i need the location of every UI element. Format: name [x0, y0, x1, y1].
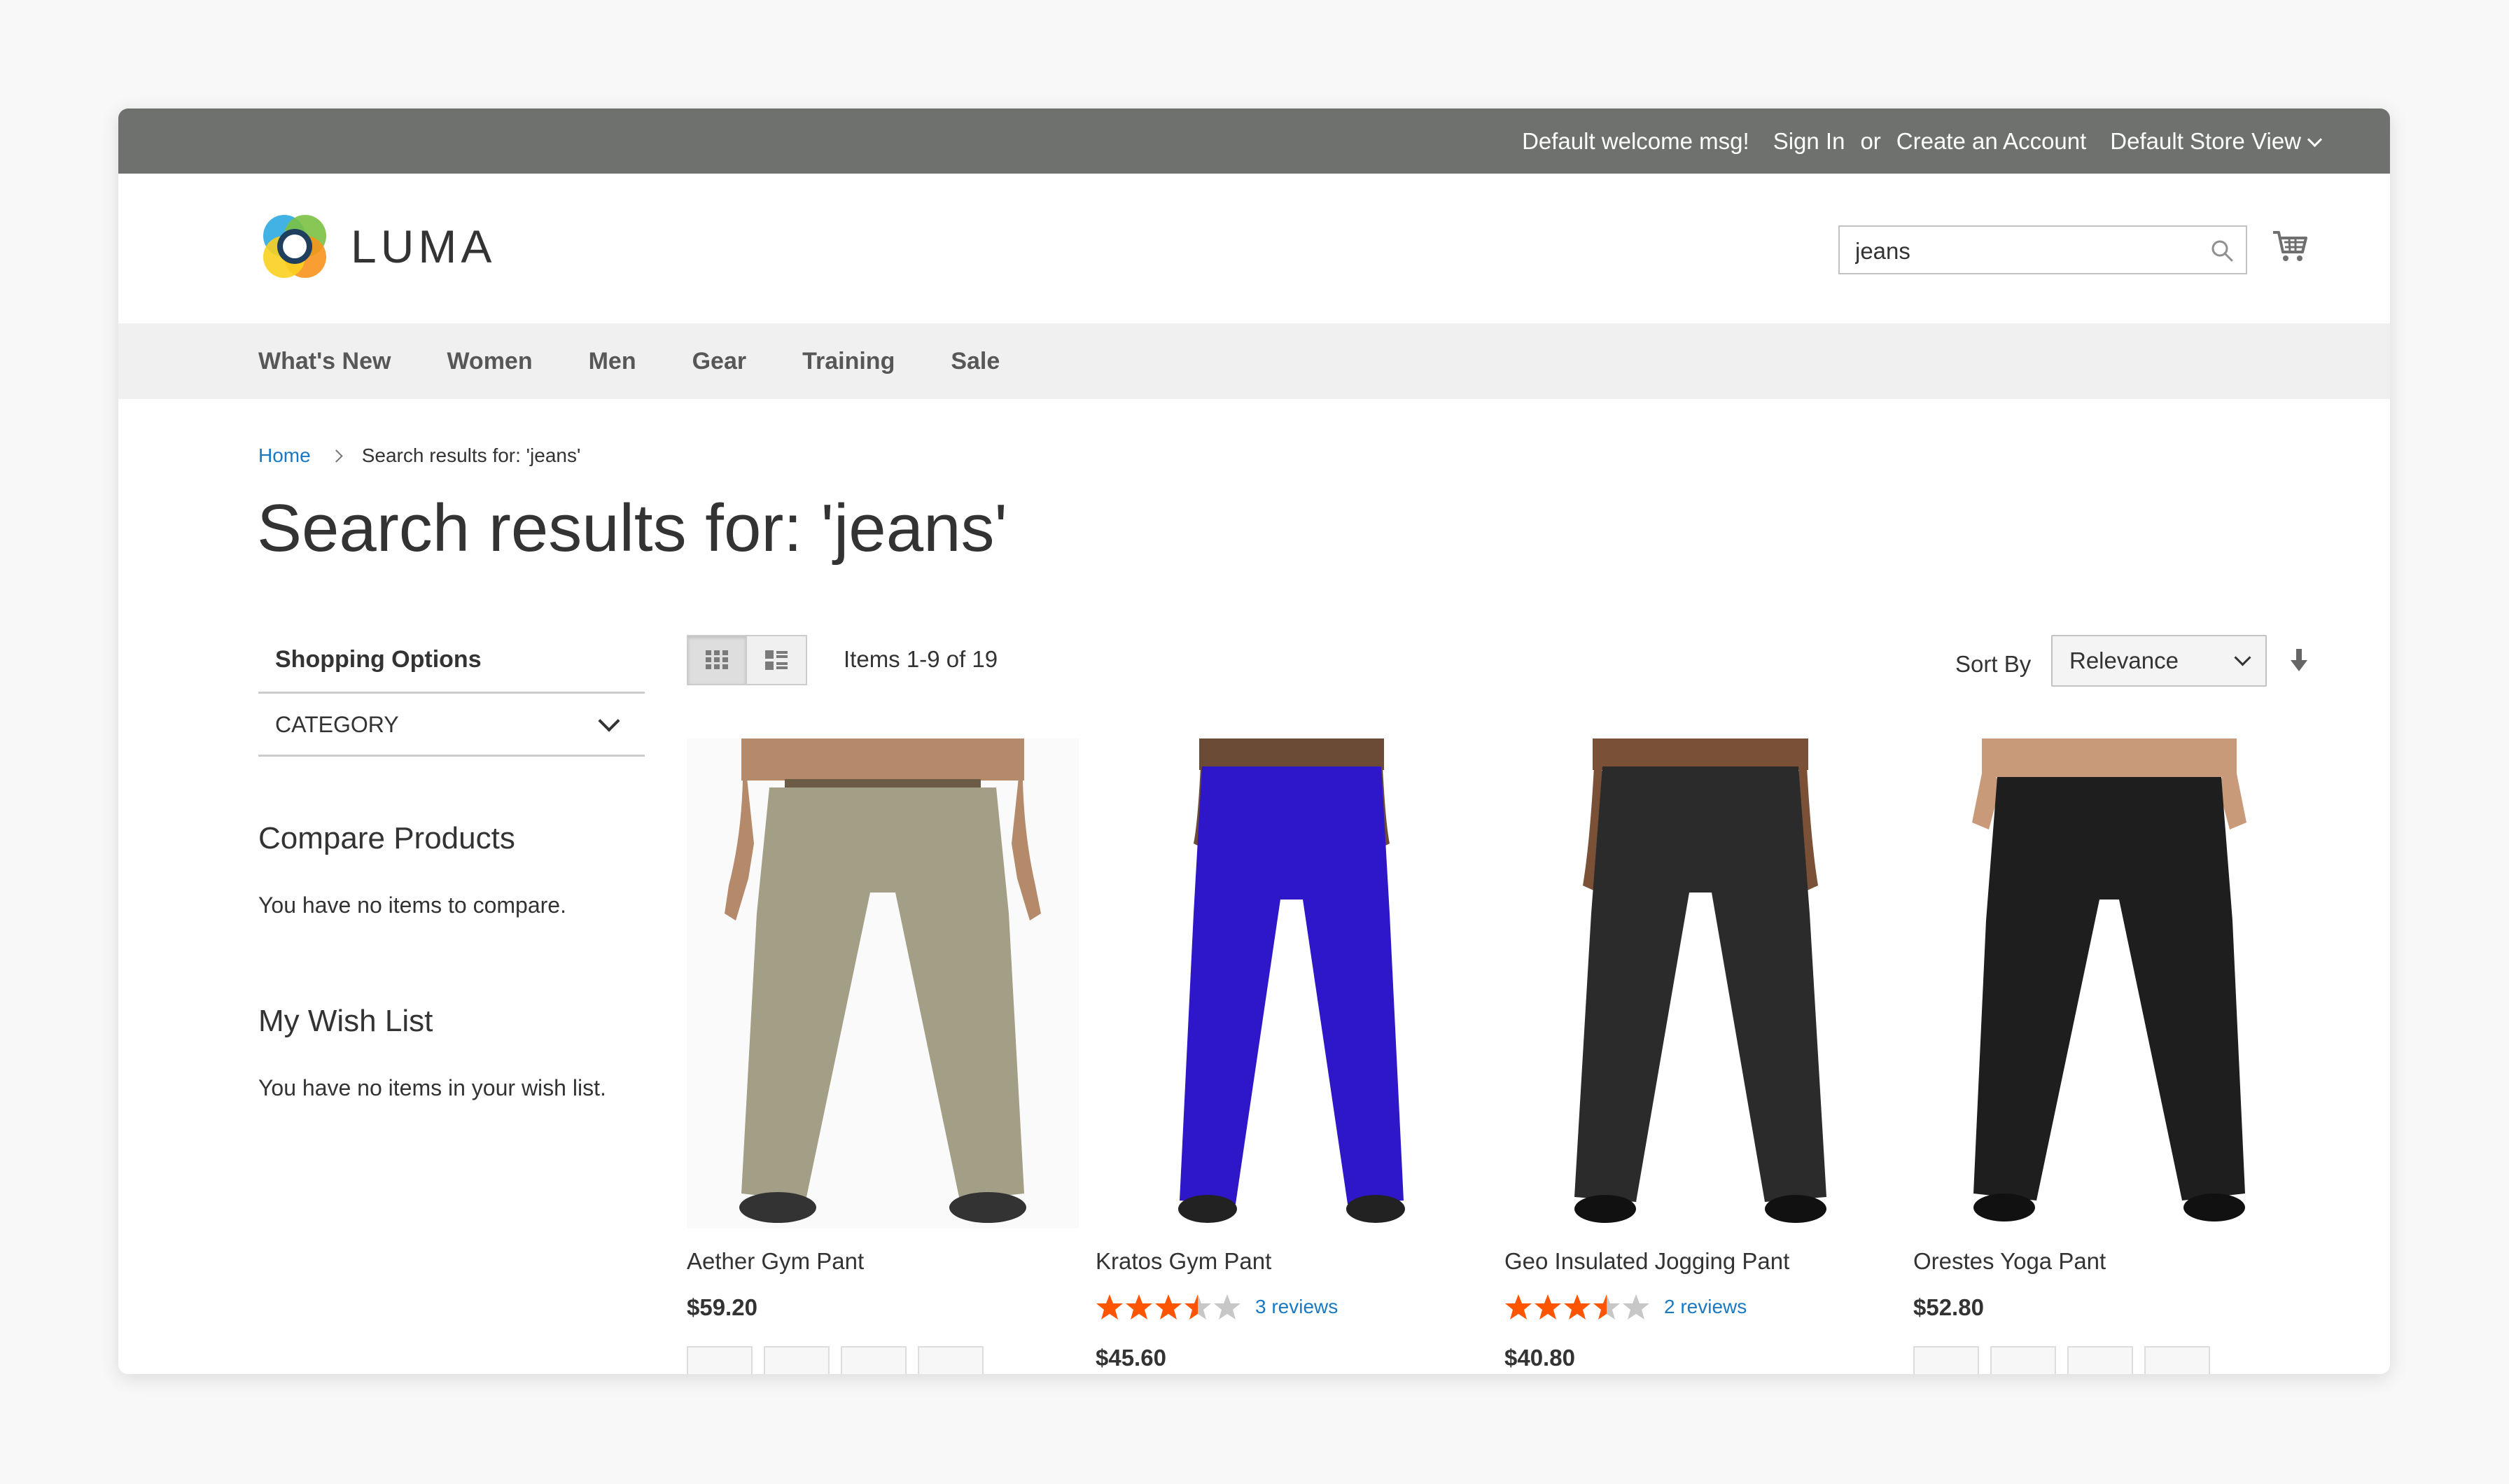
list-icon — [765, 650, 788, 670]
search-icon[interactable] — [2209, 238, 2235, 263]
product-image[interactable] — [1504, 738, 1896, 1228]
nav-item-gear[interactable]: Gear — [692, 348, 747, 375]
product-image[interactable] — [1096, 738, 1488, 1228]
product-price: $40.80 — [1504, 1345, 1575, 1371]
chevron-down-icon — [598, 709, 620, 732]
sort-by-select[interactable]: Relevance — [2051, 635, 2267, 687]
shopping-options-title: Shopping Options — [258, 626, 645, 694]
wishlist-text: You have no items in your wish list. — [258, 1075, 606, 1100]
nav-item-sale[interactable]: Sale — [951, 348, 1000, 375]
size-swatch[interactable] — [687, 1346, 753, 1374]
reviews-link[interactable]: 3 reviews — [1255, 1296, 1338, 1318]
product-price: $45.60 — [1096, 1345, 1166, 1371]
logo[interactable]: LUMA — [258, 210, 496, 283]
size-swatch[interactable] — [2144, 1346, 2210, 1374]
logo-text: LUMA — [351, 220, 496, 272]
size-swatch[interactable] — [1990, 1346, 2056, 1374]
header: LUMA — [118, 174, 2390, 323]
size-swatch[interactable] — [764, 1346, 830, 1374]
product-image[interactable] — [687, 738, 1079, 1228]
rating-stars-icon — [1096, 1294, 1240, 1320]
product-name[interactable]: Orestes Yoga Pant — [1913, 1248, 2305, 1275]
nav-item-men[interactable]: Men — [589, 348, 636, 375]
search-input[interactable] — [1854, 235, 2193, 267]
view-mode-switcher — [687, 635, 810, 687]
product-name[interactable]: Kratos Gym Pant — [1096, 1248, 1488, 1275]
chevron-right-icon — [330, 449, 343, 463]
search-box — [1838, 225, 2247, 274]
compare-products-title: Compare Products — [258, 821, 515, 855]
create-account-link[interactable]: Create an Account — [1896, 128, 2087, 155]
luma-logo-icon — [263, 215, 326, 278]
compare-products-text: You have no items to compare. — [258, 892, 566, 918]
chevron-down-icon — [2307, 132, 2323, 147]
category-filter-label: CATEGORY — [275, 712, 399, 737]
size-swatch[interactable] — [841, 1346, 907, 1374]
product-name[interactable]: Aether Gym Pant — [687, 1248, 1079, 1275]
browser-frame: Default welcome msg! Sign In or Create a… — [118, 108, 2390, 1374]
list-view-button[interactable] — [747, 635, 807, 685]
product-rating: 3 reviews — [1096, 1293, 1488, 1321]
product-rating: 2 reviews — [1504, 1293, 1896, 1321]
nav-item-training[interactable]: Training — [802, 348, 895, 375]
rating-stars-icon — [1505, 1294, 1649, 1320]
sort-by-label: Sort By — [1955, 651, 2032, 677]
cart-icon[interactable] — [2272, 230, 2308, 263]
breadcrumb-current: Search results for: 'jeans' — [361, 444, 581, 466]
product-price: $52.80 — [1913, 1294, 1984, 1320]
breadcrumb: Home Search results for: 'jeans' — [258, 444, 580, 467]
main-nav: What's New Women Men Gear Training Sale — [118, 323, 2390, 399]
product-price: $59.20 — [687, 1294, 757, 1320]
sort-by-value: Relevance — [2069, 648, 2179, 673]
sign-in-link[interactable]: Sign In — [1773, 128, 1845, 155]
product-item: Aether Gym Pant $59.20 — [687, 738, 1079, 1374]
product-item: Geo Insulated Jogging Pant 2 reviews $40… — [1504, 738, 1896, 1371]
size-swatch[interactable] — [918, 1346, 984, 1374]
product-item: Orestes Yoga Pant $52.80 — [1913, 738, 2305, 1374]
breadcrumb-home[interactable]: Home — [258, 444, 311, 467]
product-image[interactable] — [1913, 738, 2305, 1228]
store-view-switcher[interactable]: Default Store View — [2110, 127, 2323, 155]
store-view-label: Default Store View — [2110, 127, 2301, 154]
welcome-message: Default welcome msg! — [1522, 127, 1749, 154]
top-bar: Default welcome msg! Sign In or Create a… — [118, 108, 2390, 174]
category-filter[interactable]: CATEGORY — [258, 694, 645, 757]
wishlist-title: My Wish List — [258, 1004, 433, 1038]
size-swatch[interactable] — [2067, 1346, 2133, 1374]
size-swatch[interactable] — [1913, 1346, 1979, 1374]
product-name[interactable]: Geo Insulated Jogging Pant — [1504, 1248, 1896, 1275]
sidebar: Shopping Options CATEGORY Compare Produc… — [258, 626, 645, 1101]
or-text: or — [1860, 127, 1881, 154]
product-item: Kratos Gym Pant 3 reviews $45.60 — [1096, 738, 1488, 1371]
sort-direction-arrow-icon[interactable] — [2288, 648, 2309, 673]
swatch-row — [687, 1346, 1079, 1374]
nav-item-whats-new[interactable]: What's New — [258, 348, 391, 375]
chevron-down-icon — [2234, 649, 2251, 666]
grid-view-button[interactable] — [687, 635, 747, 685]
swatch-row — [1913, 1346, 2305, 1374]
reviews-link[interactable]: 2 reviews — [1664, 1296, 1747, 1318]
page-title: Search results for: 'jeans' — [257, 491, 1007, 566]
toolbar-amount: Items 1-9 of 19 — [844, 646, 998, 672]
nav-item-women[interactable]: Women — [447, 348, 532, 375]
grid-icon — [706, 650, 728, 669]
